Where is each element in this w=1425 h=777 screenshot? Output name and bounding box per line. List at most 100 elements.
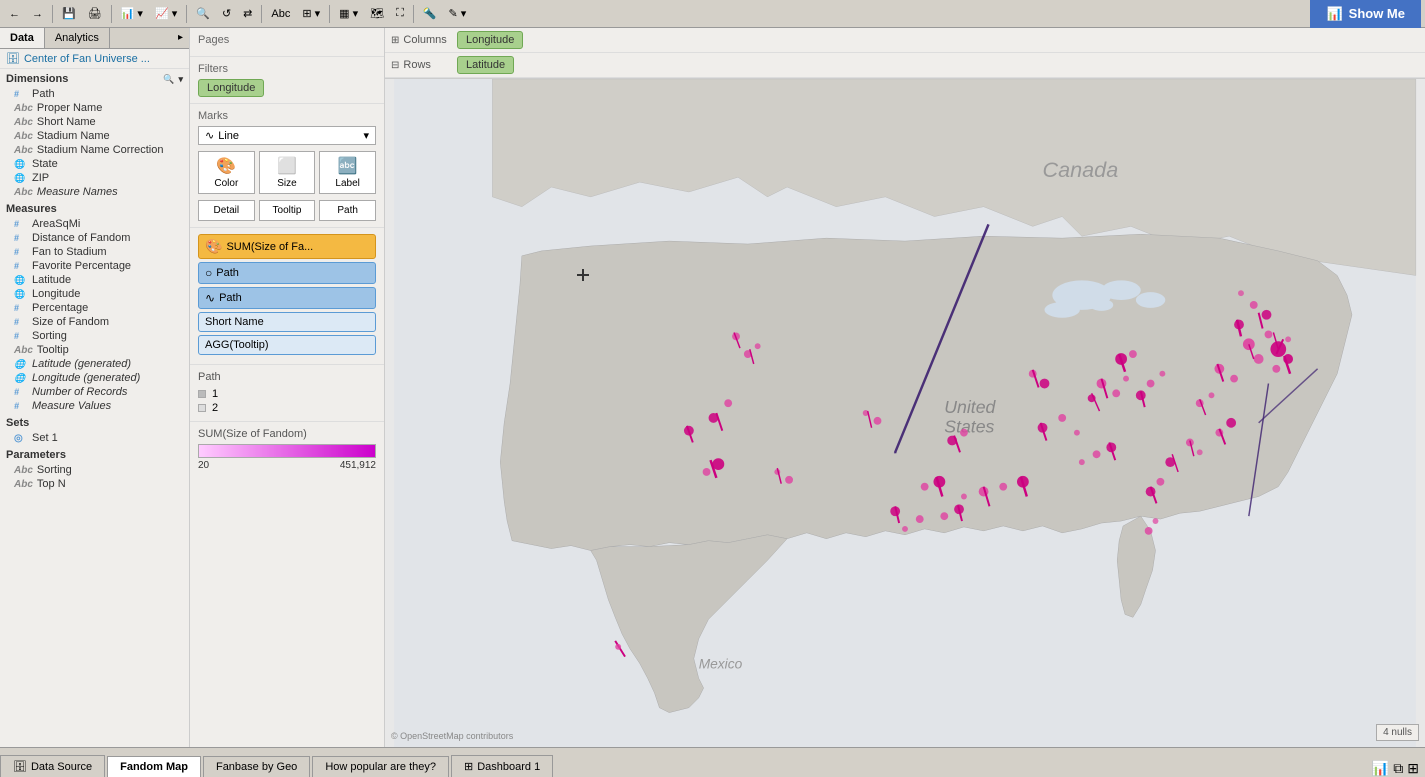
add-sheet-icon[interactable]: 📊 bbox=[1372, 760, 1389, 777]
path-item-1: 1 bbox=[198, 387, 376, 401]
field-num-records[interactable]: # Number of Records bbox=[0, 385, 189, 399]
field-percentage[interactable]: # Percentage bbox=[0, 301, 189, 315]
chart-btn[interactable]: 📊 ▾ bbox=[116, 3, 148, 25]
annotate-btn[interactable]: ✎ ▾ bbox=[444, 3, 472, 25]
tab-analytics[interactable]: Analytics bbox=[45, 28, 110, 48]
path-btn[interactable]: Path bbox=[319, 200, 376, 221]
rows-latitude-pill[interactable]: Latitude bbox=[457, 56, 514, 74]
tab-fanbase-by-geo[interactable]: Fanbase by Geo bbox=[203, 756, 310, 777]
field-set1[interactable]: ◎ Set 1 bbox=[0, 431, 189, 445]
tab-data-source[interactable]: 🗄 Data Source bbox=[0, 755, 105, 777]
filters-section: Filters Longitude bbox=[190, 57, 384, 104]
detail-btn[interactable]: Detail bbox=[198, 200, 255, 221]
tab-action-icons: 📊 ⧉ ⊞ bbox=[1366, 760, 1425, 777]
abc-icon-6: Abc bbox=[14, 345, 33, 356]
pill-path-circle[interactable]: ○ Path bbox=[198, 262, 376, 284]
color-btn[interactable]: 🎨 Color bbox=[198, 151, 255, 194]
geo-icon-4: 🌐 bbox=[14, 289, 28, 300]
sort-icon[interactable]: ▾ bbox=[178, 74, 183, 85]
size-btn[interactable]: ⬜ Size bbox=[259, 151, 316, 194]
pill-short-name[interactable]: Short Name bbox=[198, 312, 376, 332]
datasource-tab-icon: 🗄 bbox=[13, 760, 27, 773]
hash-icon-4: # bbox=[14, 233, 28, 243]
nulls-badge[interactable]: 4 nulls bbox=[1376, 724, 1419, 741]
field-measure-names[interactable]: Abc Measure Names bbox=[0, 185, 189, 199]
field-favorite-percentage[interactable]: # Favorite Percentage bbox=[0, 259, 189, 273]
show-me-button[interactable]: 📊 Show Me bbox=[1310, 0, 1421, 28]
field-state[interactable]: 🌐 State bbox=[0, 157, 189, 171]
field-short-name[interactable]: Abc Short Name bbox=[0, 115, 189, 129]
tooltip-btn-cell[interactable]: Tooltip bbox=[259, 200, 316, 221]
field-longitude-gen[interactable]: 🌐 Longitude (generated) bbox=[0, 371, 189, 385]
field-longitude[interactable]: 🌐 Longitude bbox=[0, 287, 189, 301]
tab-how-popular[interactable]: How popular are they? bbox=[312, 756, 449, 777]
size-legend-section: SUM(Size of Fandom) 20 451,912 bbox=[190, 422, 384, 477]
columns-longitude-pill[interactable]: Longitude bbox=[457, 31, 523, 49]
tab-data[interactable]: Data bbox=[0, 28, 45, 48]
abc-icon-4: Abc bbox=[14, 145, 33, 156]
field-latitude-gen[interactable]: 🌐 Latitude (generated) bbox=[0, 357, 189, 371]
fit-btn[interactable]: ⛶ bbox=[391, 3, 409, 25]
field-latitude[interactable]: 🌐 Latitude bbox=[0, 273, 189, 287]
marks-bottom-grid: Detail Tooltip Path bbox=[198, 200, 376, 221]
center-panel: Pages Filters Longitude Marks ∿ Line ▾ bbox=[190, 28, 385, 747]
color-pill-icon: 🎨 bbox=[205, 238, 222, 255]
table-btn[interactable]: ⊞ ▾ bbox=[297, 3, 325, 25]
geo-icon: 🌐 bbox=[14, 159, 28, 170]
filters-longitude-pill[interactable]: Longitude bbox=[198, 79, 264, 97]
field-top-n[interactable]: Abc Top N bbox=[0, 477, 189, 491]
label-btn[interactable]: 🔤 Label bbox=[319, 151, 376, 194]
sort-sheets-icon[interactable]: ⊞ bbox=[1407, 760, 1419, 777]
field-size-of-fandom[interactable]: # Size of Fandom bbox=[0, 315, 189, 329]
field-distance-of-fandom[interactable]: # Distance of Fandom bbox=[0, 231, 189, 245]
abc-btn[interactable]: Abc bbox=[266, 3, 295, 25]
tab-arrow[interactable]: ▸ bbox=[172, 28, 189, 48]
copyright: © OpenStreetMap contributors bbox=[391, 731, 513, 741]
rows-label-container: ⊟ Rows bbox=[391, 59, 451, 71]
abc-icon-2: Abc bbox=[14, 117, 33, 128]
back-btn[interactable]: ← bbox=[4, 3, 25, 25]
size-icon: ⬜ bbox=[277, 156, 297, 176]
bar-btn[interactable]: 📈 ▾ bbox=[150, 3, 182, 25]
size-legend-title: SUM(Size of Fandom) bbox=[198, 428, 376, 440]
field-zip[interactable]: 🌐 ZIP bbox=[0, 171, 189, 185]
path-dot-1 bbox=[198, 390, 206, 398]
pill-agg-tooltip[interactable]: AGG(Tooltip) bbox=[198, 335, 376, 355]
tab-dashboard-1[interactable]: ⊞ Dashboard 1 bbox=[451, 755, 553, 777]
shelves: ⊞ Columns Longitude ⊟ Rows Latitude bbox=[385, 28, 1425, 79]
map-area[interactable]: Canada United States Mexico bbox=[385, 79, 1425, 747]
filter-btn[interactable]: 🔍 bbox=[191, 3, 215, 25]
datasource-icon: 🗄 bbox=[6, 52, 20, 65]
forward-btn[interactable]: → bbox=[27, 3, 48, 25]
highlight-btn[interactable]: 🔦 bbox=[418, 3, 442, 25]
rows-grid-icon: ⊟ bbox=[391, 60, 399, 71]
field-measure-values[interactable]: # Measure Values bbox=[0, 399, 189, 413]
save-btn[interactable]: 💾 bbox=[57, 3, 81, 25]
refresh-btn[interactable]: ↺ bbox=[217, 3, 236, 25]
pill-size-of-fandom[interactable]: 🎨 SUM(Size of Fa... bbox=[198, 234, 376, 259]
map-btn[interactable]: 🗺 bbox=[365, 3, 389, 25]
field-stadium-name-correction[interactable]: Abc Stadium Name Correction bbox=[0, 143, 189, 157]
path-item-2: 2 bbox=[198, 401, 376, 415]
field-stadium-name[interactable]: Abc Stadium Name bbox=[0, 129, 189, 143]
marks-buttons-grid: 🎨 Color ⬜ Size 🔤 Label bbox=[198, 151, 376, 194]
field-sorting-param[interactable]: Abc Sorting bbox=[0, 463, 189, 477]
field-sorting[interactable]: # Sorting bbox=[0, 329, 189, 343]
search-icon[interactable]: 🔍 bbox=[163, 74, 174, 85]
sidebar-tab-strip: Data Analytics ▸ bbox=[0, 28, 189, 49]
field-areasqmi[interactable]: # AreaSqMi bbox=[0, 217, 189, 231]
swap-btn[interactable]: ⇄ bbox=[238, 3, 257, 25]
field-proper-name[interactable]: Abc Proper Name bbox=[0, 101, 189, 115]
field-fan-to-stadium[interactable]: # Fan to Stadium bbox=[0, 245, 189, 259]
duplicate-icon[interactable]: ⧉ bbox=[1393, 760, 1403, 777]
tooltip-btn[interactable]: ▦ ▾ bbox=[334, 3, 363, 25]
legend-labels: 20 451,912 bbox=[198, 460, 376, 471]
field-path-dim[interactable]: # Path bbox=[0, 87, 189, 101]
field-tooltip[interactable]: Abc Tooltip bbox=[0, 343, 189, 357]
set-icon: ◎ bbox=[14, 433, 28, 444]
pill-path-line[interactable]: ∿ Path bbox=[198, 287, 376, 309]
print-btn[interactable]: 🖨 bbox=[83, 3, 107, 25]
marks-type-dropdown[interactable]: ∿ Line ▾ bbox=[198, 126, 376, 145]
datasource-selector[interactable]: 🗄 Center of Fan Universe ... bbox=[0, 49, 189, 69]
tab-fandom-map[interactable]: Fandom Map bbox=[107, 756, 201, 777]
